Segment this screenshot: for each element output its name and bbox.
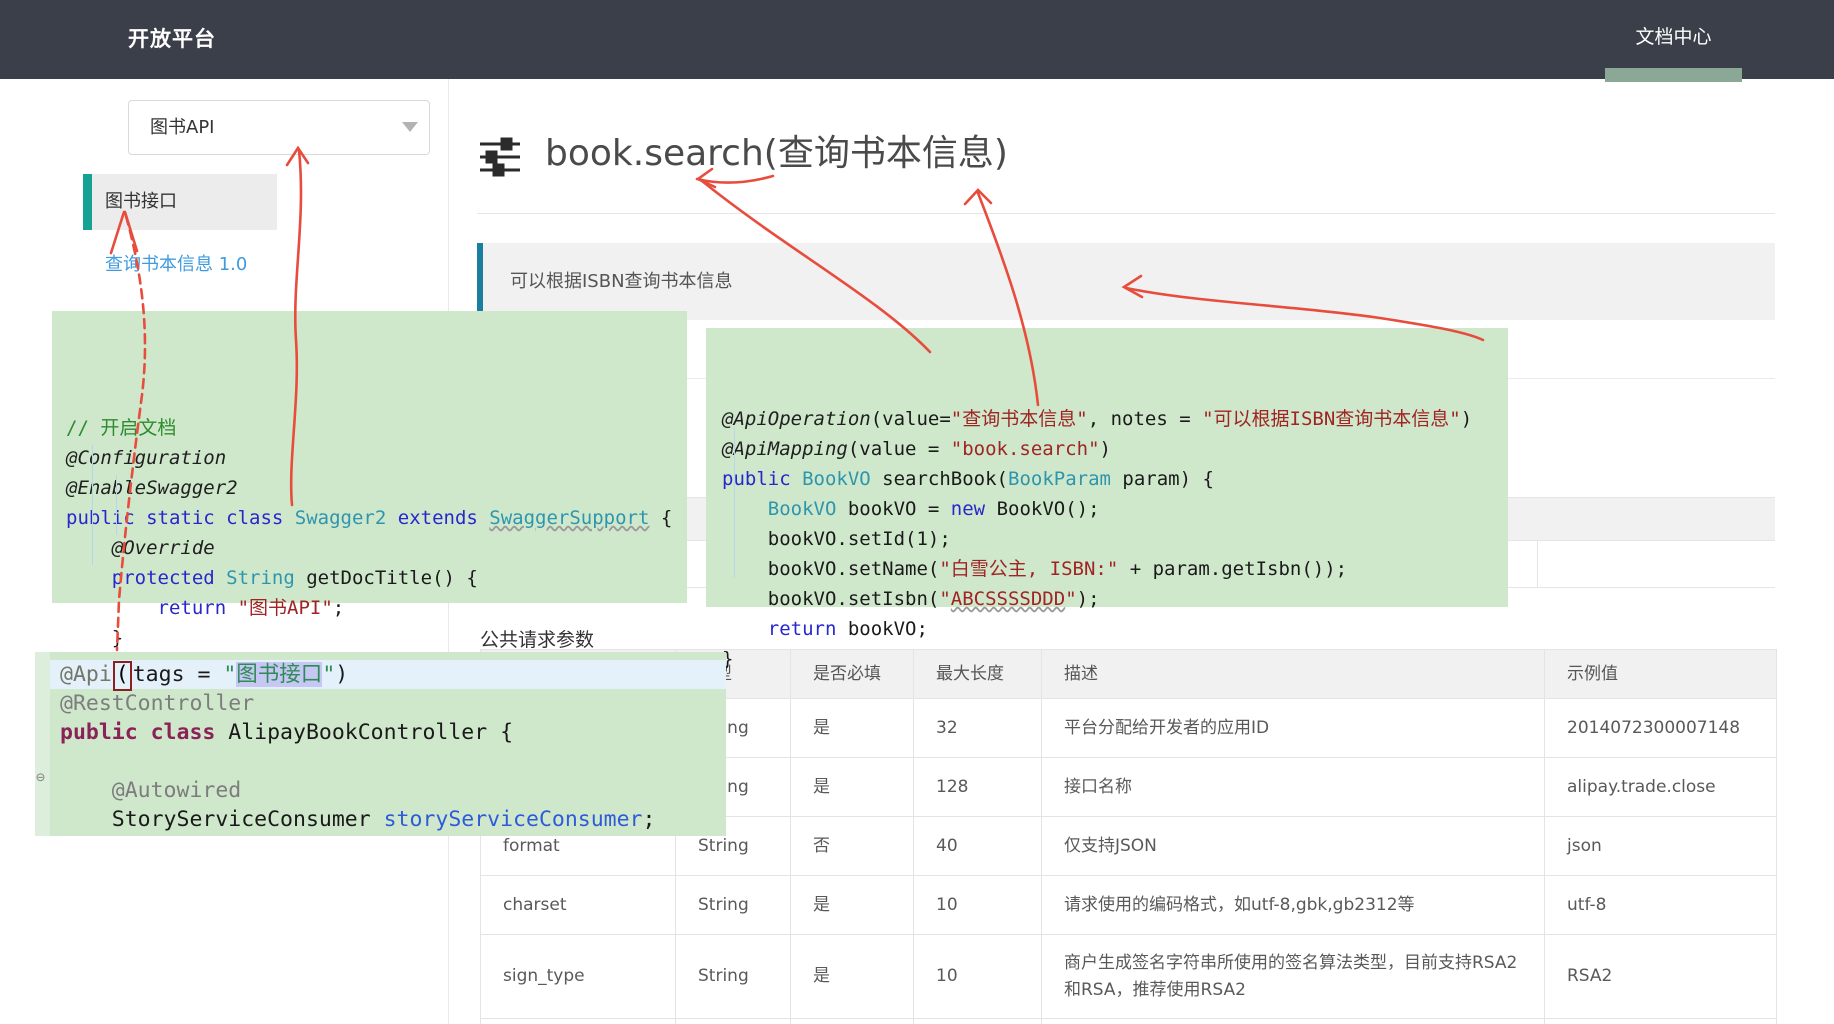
code-line: StoryServiceConsumer storyServiceConsume… [50, 805, 726, 834]
table-cell: 是 [790, 876, 913, 934]
code-line: @RestController [50, 689, 726, 718]
code-gutter [35, 652, 50, 836]
table-cell [1544, 1019, 1776, 1024]
sidebar-item-accent-bar [83, 174, 92, 230]
api-select-value: 图书API [150, 100, 214, 155]
code-screenshot-swagger-config: // 开启文档@Configuration@EnableSwagger2publ… [52, 311, 687, 603]
code-line: } [722, 644, 1508, 674]
table-cell: 32 [913, 699, 1041, 757]
sliders-icon [478, 135, 522, 183]
code-line: @Override [66, 533, 687, 563]
table-cell: 仅支持JSON [1041, 817, 1544, 875]
code-screenshot-controller-class: ⊖ ,@Api(tags = "图书接口")@RestControllerpub… [35, 652, 726, 836]
table-cell: 10 [913, 935, 1041, 1018]
chevron-down-icon [402, 122, 418, 132]
title-divider [477, 213, 1775, 214]
table-cell: 是 [790, 699, 913, 757]
table-cell: alipay.trade.close [1544, 758, 1776, 816]
table-cell: charset [481, 876, 675, 934]
code-screenshot-search-method: @ApiOperation(value="查询书本信息", notes = "可… [706, 328, 1508, 607]
app-window: 开放平台 文档中心 图书API 图书接口 查询书本信息 1.0 book.sea… [0, 0, 1834, 1024]
code-line: bookVO.setIsbn("ABCSSSSDDD"); [722, 584, 1508, 614]
table-cell: RSA2 [1544, 935, 1776, 1018]
top-navbar [0, 0, 1834, 79]
code-line: // 开启文档 [66, 413, 687, 443]
table-cell [675, 1019, 790, 1024]
code-line: @Configuration [66, 443, 687, 473]
table-row: charsetString是10请求使用的编码格式，如utf-8,gbk,gb2… [481, 876, 1776, 935]
code-fold-icon: ⊖ [36, 770, 45, 785]
code-line [50, 747, 726, 776]
table-cell: 128 [913, 758, 1041, 816]
table-cell: 平台分配给开发者的应用ID [1041, 699, 1544, 757]
code-line: bookVO.setName("白雪公主, ISBN:" + param.get… [722, 554, 1508, 584]
table-cell: sign_type [481, 935, 675, 1018]
code-line: return bookVO; [722, 614, 1508, 644]
table-cell: String [675, 935, 790, 1018]
nav-item-doc-center[interactable]: 文档中心 [1605, 0, 1742, 79]
table-cell: 商户生成签名字符串所使用的签名算法类型，目前支持RSA2和RSA，推荐使用RSA… [1041, 935, 1544, 1018]
code-line: @ApiOperation(value="查询书本信息", notes = "可… [722, 404, 1508, 434]
table-cell: json [1544, 817, 1776, 875]
table-cell [790, 1019, 913, 1024]
table-cell: 否 [790, 817, 913, 875]
table-cell: utf-8 [1544, 876, 1776, 934]
code-line: BookVO bookVO = new BookVO(); [722, 494, 1508, 524]
hidden-table-column-line [1537, 541, 1538, 588]
page-title: book.search(查询书本信息) [545, 124, 1008, 176]
code-line: return "图书API"; [66, 593, 687, 623]
table-cell: 是 [790, 935, 913, 1018]
code-line: bookVO.setId(1); [722, 524, 1508, 554]
table-cell [913, 1019, 1041, 1024]
sidebar-item-label: 图书接口 [105, 174, 177, 230]
brand-title: 开放平台 [128, 0, 216, 79]
code-line: public class AlipayBookController { [50, 718, 726, 747]
table-cell: 接口名称 [1041, 758, 1544, 816]
info-note-accent-bar [477, 243, 483, 320]
code-line: public BookVO searchBook(BookParam param… [722, 464, 1508, 494]
code-line: public static class Swagger2 extends Swa… [66, 503, 687, 533]
table-cell [481, 1019, 675, 1024]
code-line: @Autowired [50, 776, 726, 805]
code-line: @EnableSwagger2 [66, 473, 687, 503]
table-row [481, 1019, 1776, 1024]
code-line: } [66, 623, 687, 653]
table-cell: 是 [790, 758, 913, 816]
code-line: , [50, 652, 726, 660]
code-line: protected String getDocTitle() { [66, 563, 687, 593]
table-cell: String [675, 876, 790, 934]
table-cell: 10 [913, 876, 1041, 934]
table-header-cell: 示例值 [1544, 650, 1776, 698]
code-line: @ApiMapping(value = "book.search") [722, 434, 1508, 464]
code-line: @Api(tags = "图书接口") [50, 660, 726, 689]
info-note-text: 可以根据ISBN查询书本信息 [510, 243, 733, 320]
table-cell [1041, 1019, 1544, 1024]
table-cell: 2014072300007148 [1544, 699, 1776, 757]
table-cell: 40 [913, 817, 1041, 875]
sidebar-doc-link[interactable]: 查询书本信息 1.0 [105, 250, 247, 276]
table-cell: 请求使用的编码格式，如utf-8,gbk,gb2312等 [1041, 876, 1544, 934]
table-row: sign_typeString是10商户生成签名字符串所使用的签名算法类型，目前… [481, 935, 1776, 1019]
